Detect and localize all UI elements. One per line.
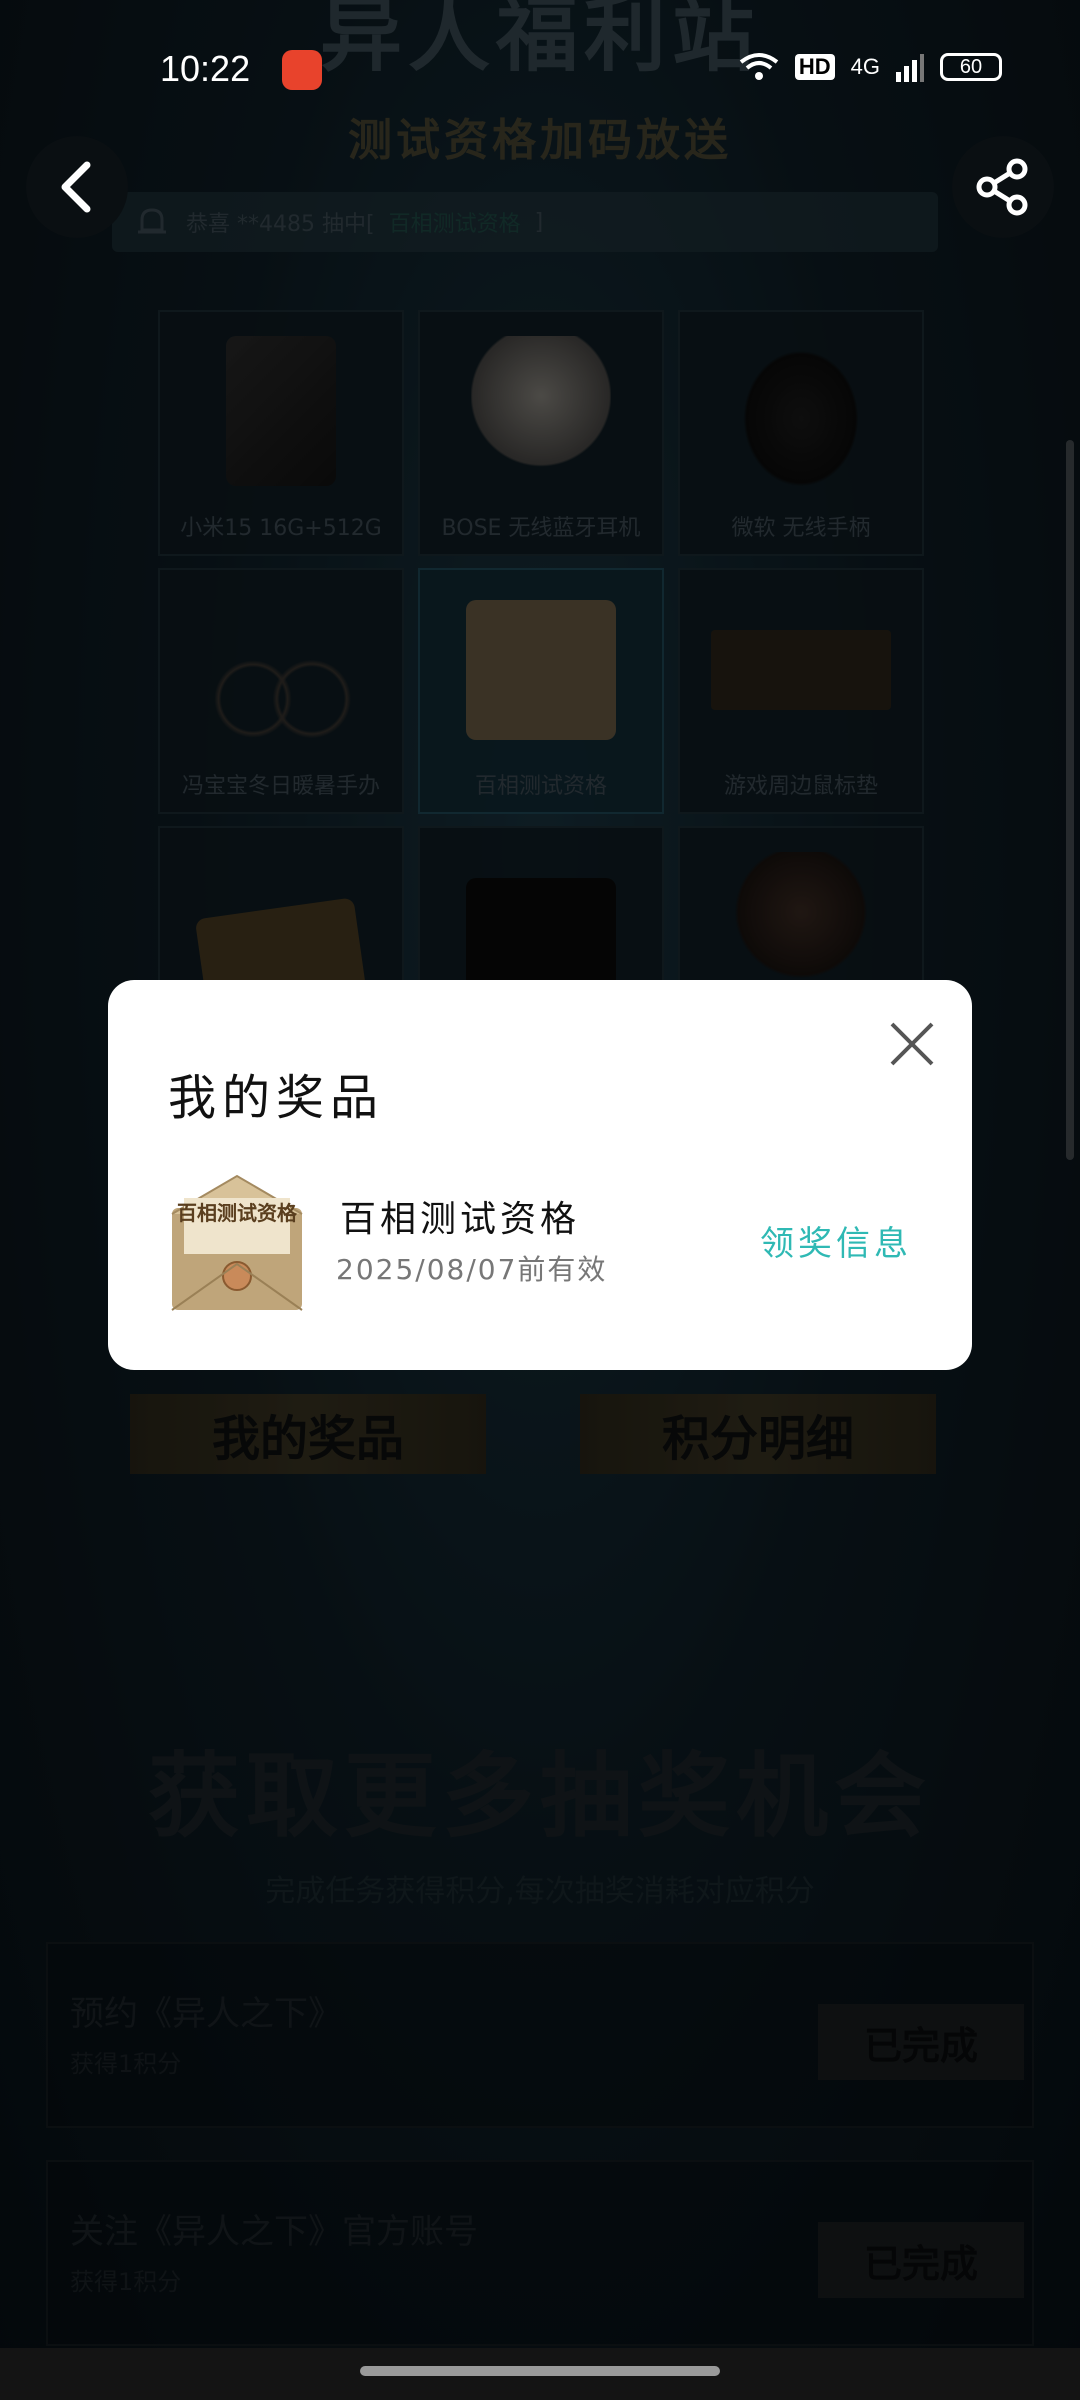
network-type: 4G (850, 54, 880, 79)
status-time: 10:22 (160, 48, 251, 89)
claim-info-link[interactable]: 领奖信息 (760, 1216, 912, 1265)
wifi-icon (739, 53, 779, 80)
envelope-text: 百相测试资格 (177, 1201, 298, 1225)
envelope-icon: 百相测试资格 (171, 1174, 303, 1311)
modal-title: 我的奖品 (168, 1070, 385, 1126)
home-gesture-pill[interactable] (360, 2366, 720, 2376)
back-button[interactable] (26, 136, 128, 238)
status-bar: 10:22 HD 4G 60 (0, 0, 1080, 140)
battery-indicator: 60 (940, 53, 1002, 81)
share-button[interactable] (952, 136, 1054, 238)
prize-name: 百相测试资格 (340, 1199, 581, 1240)
status-icons: HD 4G 60 (739, 52, 1002, 82)
navigation-bar (0, 2348, 1080, 2400)
app-notification-icon (282, 50, 322, 90)
page: 异人福利站 测试资格加码放送 10:22 HD 4G 60 恭喜 **4485 … (0, 0, 1080, 2400)
share-icon (976, 158, 1028, 216)
hd-badge: HD (794, 54, 835, 80)
close-button[interactable] (884, 1016, 940, 1072)
close-icon (890, 1022, 934, 1066)
prize-expiry: 2025/08/07前有效 (336, 1253, 608, 1286)
my-prizes-modal: 我的奖品 百相测试资格 百相测试资格 2025/08/07前有效 领奖信息 (108, 980, 972, 1370)
signal-icon (896, 54, 924, 82)
chevron-left-icon (61, 161, 91, 213)
